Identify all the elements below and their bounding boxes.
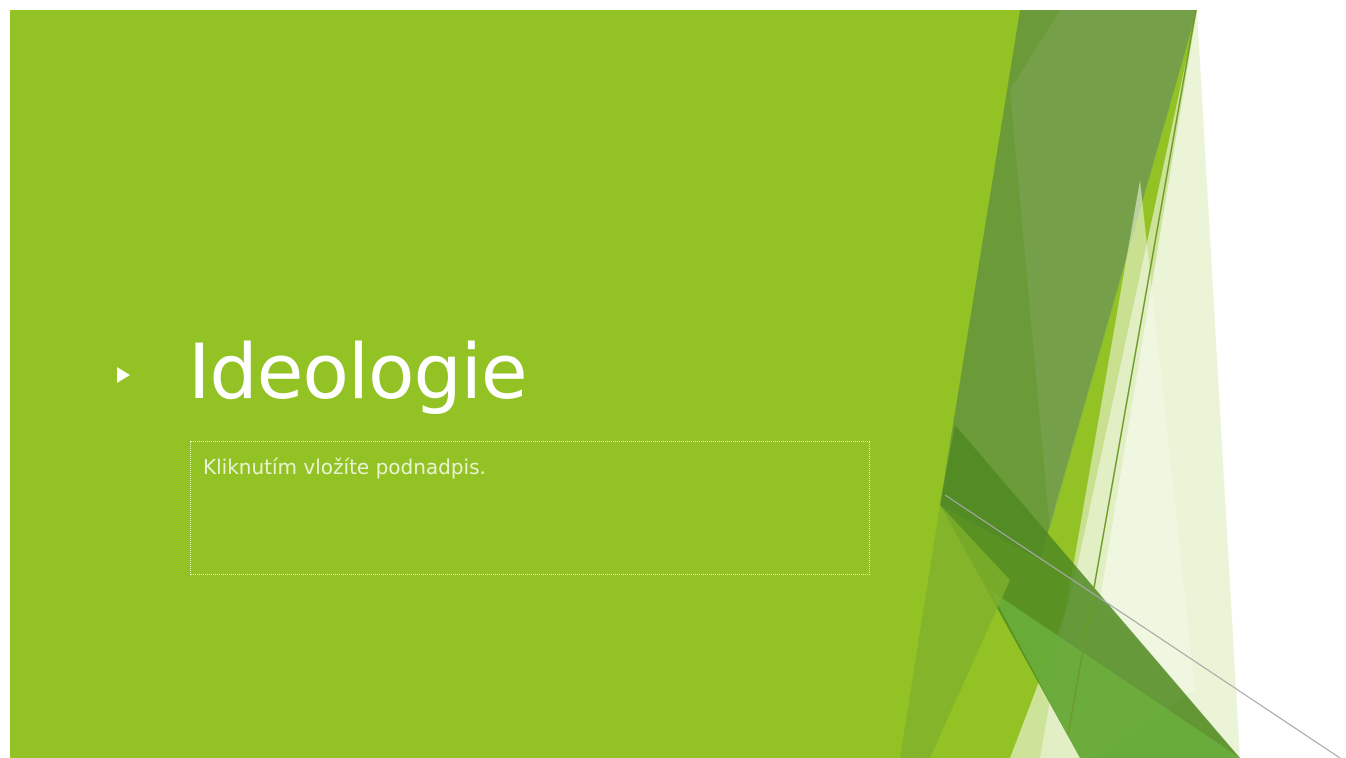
slide-canvas[interactable]: Ideologie Kliknutím vložíte podnadpis. [0,0,1346,758]
title-bullet-icon [117,367,130,383]
slide-title[interactable]: Ideologie [188,322,528,422]
subtitle-placeholder-box[interactable]: Kliknutím vložíte podnadpis. [190,441,870,575]
subtitle-placeholder-text: Kliknutím vložíte podnadpis. [203,455,486,479]
